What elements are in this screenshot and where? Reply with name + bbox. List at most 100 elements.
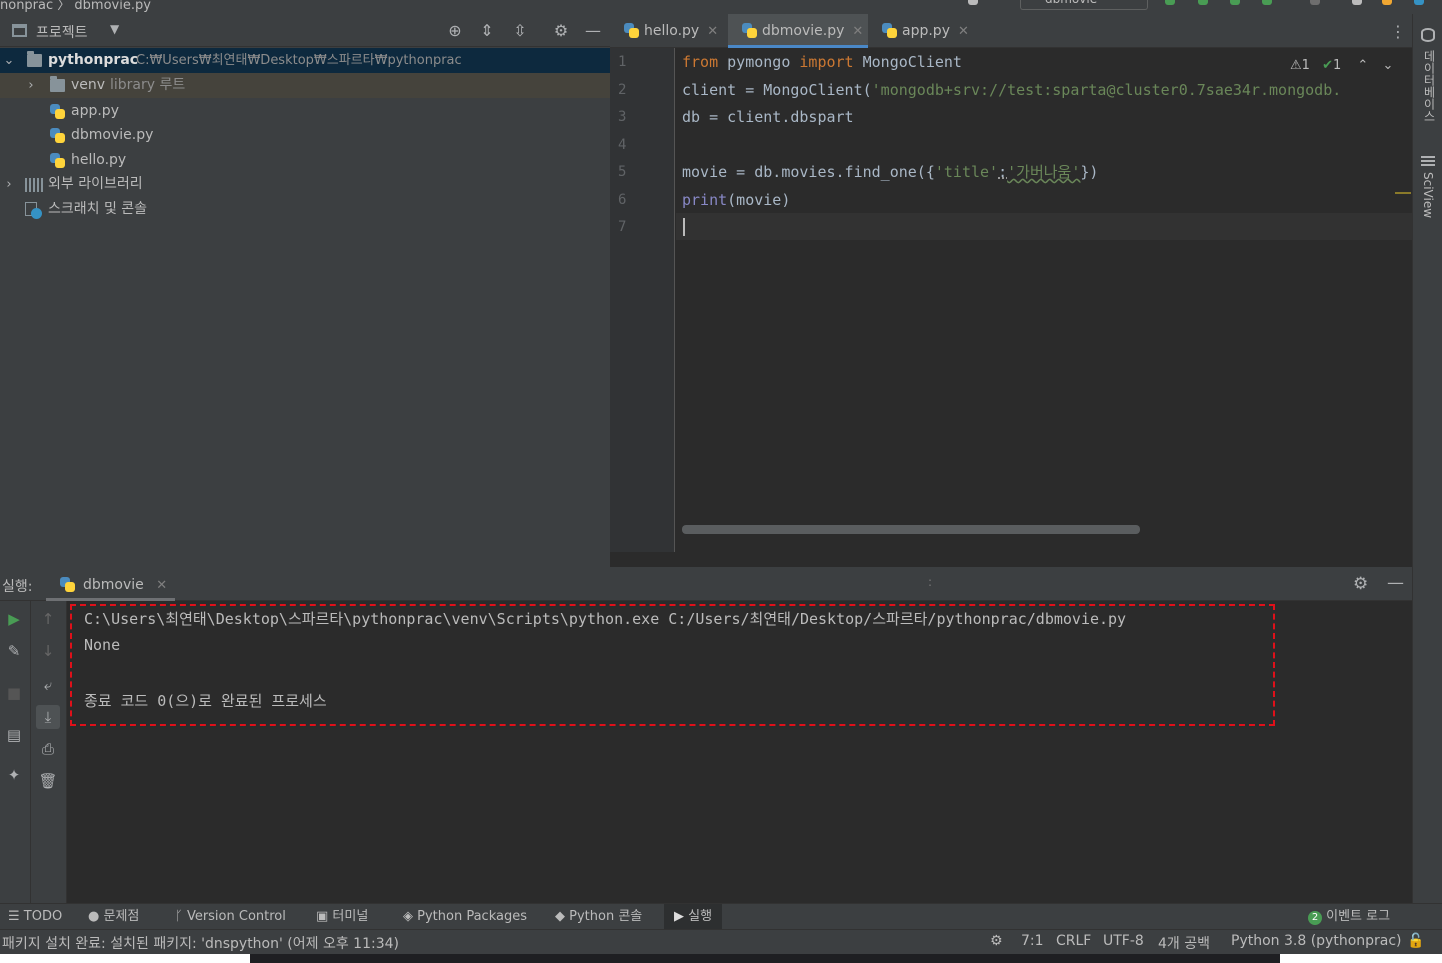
- hide-icon[interactable]: —: [583, 21, 603, 41]
- console-line: None: [84, 636, 121, 654]
- tool-window-python-console[interactable]: ◆ Python 콘솔: [555, 904, 642, 930]
- print-icon[interactable]: ⎙: [36, 737, 60, 761]
- profile-icon[interactable]: [1262, 0, 1272, 5]
- build-icon[interactable]: [968, 0, 978, 5]
- tab-app-py[interactable]: app.py ✕: [868, 14, 976, 48]
- check-icon: ✔: [1322, 58, 1333, 73]
- tree-item-hello-py[interactable]: hello.py: [0, 148, 610, 173]
- tool-window-todo[interactable]: ☰ TODO: [8, 904, 62, 930]
- collapse-all-icon[interactable]: ⇳: [510, 21, 530, 41]
- chevron-right-icon[interactable]: ›: [24, 73, 38, 98]
- plugin-icon[interactable]: [1414, 0, 1424, 5]
- locate-icon[interactable]: ⊕: [445, 21, 465, 41]
- tool-window-run[interactable]: ▶ 실행: [664, 904, 723, 930]
- tool-window-terminal[interactable]: ▣ 터미널: [316, 904, 368, 930]
- breadcrumb[interactable]: nonprac 〉 dbmovie.py: [0, 0, 151, 13]
- tree-item-external-libraries[interactable]: › 외부 라이브러리: [0, 172, 610, 197]
- text-caret: [683, 218, 685, 236]
- stop-icon[interactable]: [1310, 0, 1320, 5]
- coverage-icon[interactable]: [1230, 0, 1240, 5]
- database-icon[interactable]: [1421, 28, 1435, 42]
- close-icon[interactable]: ✕: [852, 24, 863, 39]
- soft-wrap-icon[interactable]: ⤶: [36, 673, 60, 697]
- tool-window-python-packages[interactable]: ◈ Python Packages: [403, 904, 527, 930]
- tool-window-version-control[interactable]: ᚴ Version Control: [175, 904, 286, 930]
- hide-icon[interactable]: —: [1387, 573, 1404, 593]
- tab-dbmovie-py[interactable]: dbmovie.py ✕: [728, 14, 868, 48]
- caret-position[interactable]: 7:1: [1021, 933, 1044, 949]
- run-icon[interactable]: [1165, 0, 1175, 5]
- run-tab-dbmovie[interactable]: dbmovie ✕: [46, 567, 176, 601]
- console-line: 종료 코드 0(으)로 완료된 프로세스: [84, 692, 327, 710]
- pin-icon[interactable]: ✦: [2, 763, 26, 787]
- gear-icon[interactable]: ⚙: [1353, 574, 1368, 594]
- inspection-widget[interactable]: ⚠1 ✔1 ⌃ ⌄: [1290, 58, 1393, 73]
- chevron-down-icon[interactable]: ▼: [110, 22, 119, 36]
- sciview-tab[interactable]: SciView: [1421, 172, 1435, 218]
- tree-item-scratches[interactable]: 스크래치 및 콘솔: [0, 197, 610, 222]
- trash-icon[interactable]: 🗑: [36, 769, 60, 793]
- lock-icon[interactable]: 🔓: [1407, 933, 1424, 949]
- tree-item-dbmovie-py[interactable]: dbmovie.py: [0, 123, 610, 148]
- wrench-icon[interactable]: ✎: [2, 639, 26, 663]
- more-icon[interactable]: ⋮: [1390, 22, 1406, 41]
- tree-item-hint: library 루트: [110, 77, 186, 93]
- background-window-sliver: [0, 954, 1442, 963]
- file-encoding[interactable]: UTF-8: [1103, 933, 1144, 949]
- code-line-3[interactable]: db = client.dbspart: [682, 104, 854, 131]
- status-message[interactable]: 패키지 설치 완료: 설치된 패키지: 'dnspython' (어제 오후 1…: [2, 933, 399, 953]
- drag-handle[interactable]: :: [928, 575, 932, 589]
- background-tasks-icon[interactable]: ⚙: [990, 933, 1003, 949]
- editor-tabs: hello.py ✕ dbmovie.py ✕ app.py ✕ ⋮: [610, 14, 1412, 48]
- expand-all-icon[interactable]: ⇕: [477, 21, 497, 41]
- line-number: 1: [618, 54, 627, 70]
- line-separator[interactable]: CRLF: [1056, 933, 1091, 949]
- tree-item-venv[interactable]: › venv library 루트: [0, 73, 610, 98]
- close-icon[interactable]: ✕: [156, 578, 167, 593]
- problems-icon: ●: [88, 909, 104, 924]
- horizontal-scrollbar[interactable]: [682, 525, 1140, 534]
- sciview-icon[interactable]: [1421, 154, 1435, 166]
- run-panel: 실행: dbmovie ✕ : ⚙ — ▶ ✎ ■ ▤ ✦ ↑ ↓ ⤶ ⤓ ⎙ …: [0, 567, 1412, 903]
- tab-hello-py[interactable]: hello.py ✕: [610, 14, 727, 48]
- tool-window-bar: ☰ TODO ● 문제점 ᚴ Version Control ▣ 터미널 ◈ P…: [0, 903, 1442, 930]
- project-panel: 프로젝트 ▼ ⊕ ⇕ ⇳ ⚙ — ⌄ pythonprac C:₩Users₩최…: [0, 14, 610, 567]
- folder-icon: [50, 76, 65, 92]
- close-icon[interactable]: ✕: [958, 24, 969, 39]
- database-tab[interactable]: 데이터베이스: [1421, 50, 1438, 122]
- arrow-up-icon[interactable]: ↑: [36, 607, 60, 631]
- tool-window-problems[interactable]: ● 문제점: [88, 904, 139, 930]
- tree-item-path: C:₩Users₩최연태₩Desktop₩스파르타₩pythonprac: [136, 53, 462, 68]
- arrow-down-icon[interactable]: ↓: [36, 639, 60, 663]
- update-icon[interactable]: [1382, 0, 1392, 5]
- code-line-1[interactable]: from pymongo import MongoClient: [682, 49, 962, 76]
- close-icon[interactable]: ✕: [707, 24, 718, 39]
- gear-icon[interactable]: ⚙: [551, 21, 571, 41]
- chevron-down-icon[interactable]: ⌄: [1382, 58, 1393, 73]
- debug-icon[interactable]: [1198, 0, 1208, 5]
- stop-icon[interactable]: ■: [2, 681, 26, 705]
- event-log[interactable]: 2 이벤트 로그: [1308, 904, 1390, 930]
- python-interpreter[interactable]: Python 3.8 (pythonprac): [1231, 933, 1402, 949]
- search-icon[interactable]: [1352, 0, 1362, 5]
- editor-panel: hello.py ✕ dbmovie.py ✕ app.py ✕ ⋮ 1 2 3 4 …: [610, 14, 1412, 567]
- code-line-2[interactable]: client = MongoClient('mongodb+srv://test…: [682, 77, 1341, 104]
- warning-count: 1: [1301, 58, 1310, 73]
- code-line-5[interactable]: movie = db.movies.find_one({'title':'가버나…: [682, 159, 1098, 186]
- layout-icon[interactable]: ▤: [2, 723, 26, 747]
- tree-item-label: 외부 라이브러리: [48, 176, 143, 192]
- chevron-up-icon[interactable]: ⌃: [1357, 58, 1368, 73]
- tab-label: hello.py: [644, 23, 700, 39]
- tree-item-pythonprac[interactable]: ⌄ pythonprac C:₩Users₩최연태₩Desktop₩스파르타₩p…: [0, 48, 610, 73]
- tree-item-app-py[interactable]: app.py: [0, 99, 610, 124]
- run-config-selector[interactable]: dbmovie: [1020, 0, 1148, 10]
- project-panel-title[interactable]: 프로젝트: [36, 22, 88, 42]
- indent-setting[interactable]: 4개 공백: [1158, 933, 1210, 953]
- code-line-6[interactable]: print(movie): [682, 187, 790, 214]
- chevron-right-icon[interactable]: ›: [2, 172, 16, 197]
- error-stripe-mark[interactable]: [1395, 192, 1411, 194]
- ok-count: 1: [1332, 58, 1342, 73]
- rerun-icon[interactable]: ▶: [2, 607, 26, 631]
- scroll-to-end-icon[interactable]: ⤓: [36, 705, 60, 729]
- chevron-down-icon[interactable]: ⌄: [2, 48, 16, 73]
